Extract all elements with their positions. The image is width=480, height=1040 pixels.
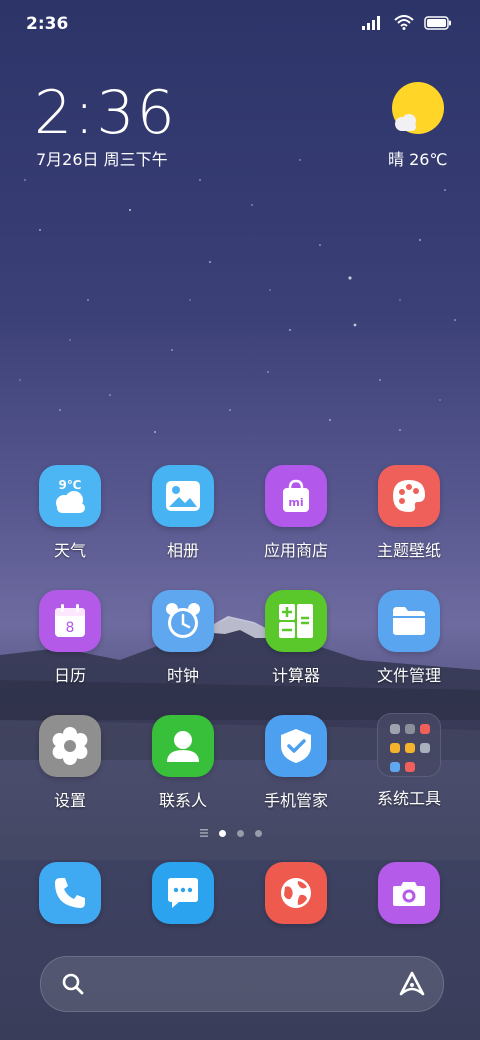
phone-icon [39,862,101,924]
dock-phone[interactable] [15,862,125,924]
search-bar[interactable] [40,956,444,1012]
camera-icon [378,862,440,924]
clock-widget-time[interactable]: 2:36 [34,78,177,148]
app-label: 计算器 [271,666,320,685]
app-label: 设置 [53,791,86,810]
app-store-icon: mi [265,465,327,527]
app-label: 主题壁纸 [376,541,441,560]
page-dot[interactable] [237,829,244,837]
security-icon [265,715,327,777]
clock-widget-date[interactable]: 7月26日 周三下午 [36,146,168,170]
dock-browser[interactable] [241,862,351,924]
app-system-tools-folder[interactable]: 系统工具 [354,713,464,809]
calculator-icon [265,590,327,652]
page-dot-active[interactable] [219,829,226,837]
themes-icon [378,465,440,527]
status-bar: 2:36 [0,0,480,50]
app-label: 应用商店 [263,541,328,560]
cloud-icon [395,114,416,131]
app-label: 时钟 [166,666,199,685]
weather-widget-text[interactable]: 晴 26℃ [388,146,447,170]
calendar-icon: 8 [39,590,101,652]
voice-assistant-icon[interactable] [397,969,427,999]
app-gallery[interactable]: 相册 [128,465,238,561]
gallery-icon [152,465,214,527]
app-label: 系统工具 [376,789,441,808]
page-indicator[interactable] [200,829,262,837]
app-label: 天气 [53,541,86,560]
dock-messages[interactable] [128,862,238,924]
calendar-day: 8 [66,620,75,636]
settings-icon [39,715,101,777]
system-tools-folder-icon [377,713,441,777]
store-badge: mi [288,496,303,509]
app-label: 文件管理 [376,666,441,685]
file-manager-icon [378,590,440,652]
app-calendar[interactable]: 8 日历 [15,590,125,686]
app-security[interactable]: 手机管家 [241,715,351,811]
messages-icon [152,862,214,924]
status-time: 2:36 [26,14,69,34]
app-label: 手机管家 [263,791,328,810]
clock-icon [152,590,214,652]
battery-icon [424,15,451,30]
contacts-icon [152,715,214,777]
menu-lines-icon [200,829,208,837]
signal-icon [362,15,380,30]
app-label: 日历 [53,666,86,685]
app-label: 联系人 [158,791,207,810]
app-calculator[interactable]: 计算器 [241,590,351,686]
app-clock[interactable]: 时钟 [128,590,238,686]
app-label: 相册 [166,541,199,560]
app-store[interactable]: mi 应用商店 [241,465,351,561]
weather-icon-temp: 9℃ [59,478,82,492]
wifi-icon [394,15,414,30]
page-dot[interactable] [255,829,262,837]
browser-icon [265,862,327,924]
app-file-manager[interactable]: 文件管理 [354,590,464,686]
weather-icon: 9℃ [39,465,101,527]
app-contacts[interactable]: 联系人 [128,715,238,811]
search-icon [62,973,84,995]
app-weather[interactable]: 9℃ 天气 [15,465,125,561]
dock-camera[interactable] [354,862,464,924]
app-themes[interactable]: 主题壁纸 [354,465,464,561]
app-settings[interactable]: 设置 [15,715,125,811]
